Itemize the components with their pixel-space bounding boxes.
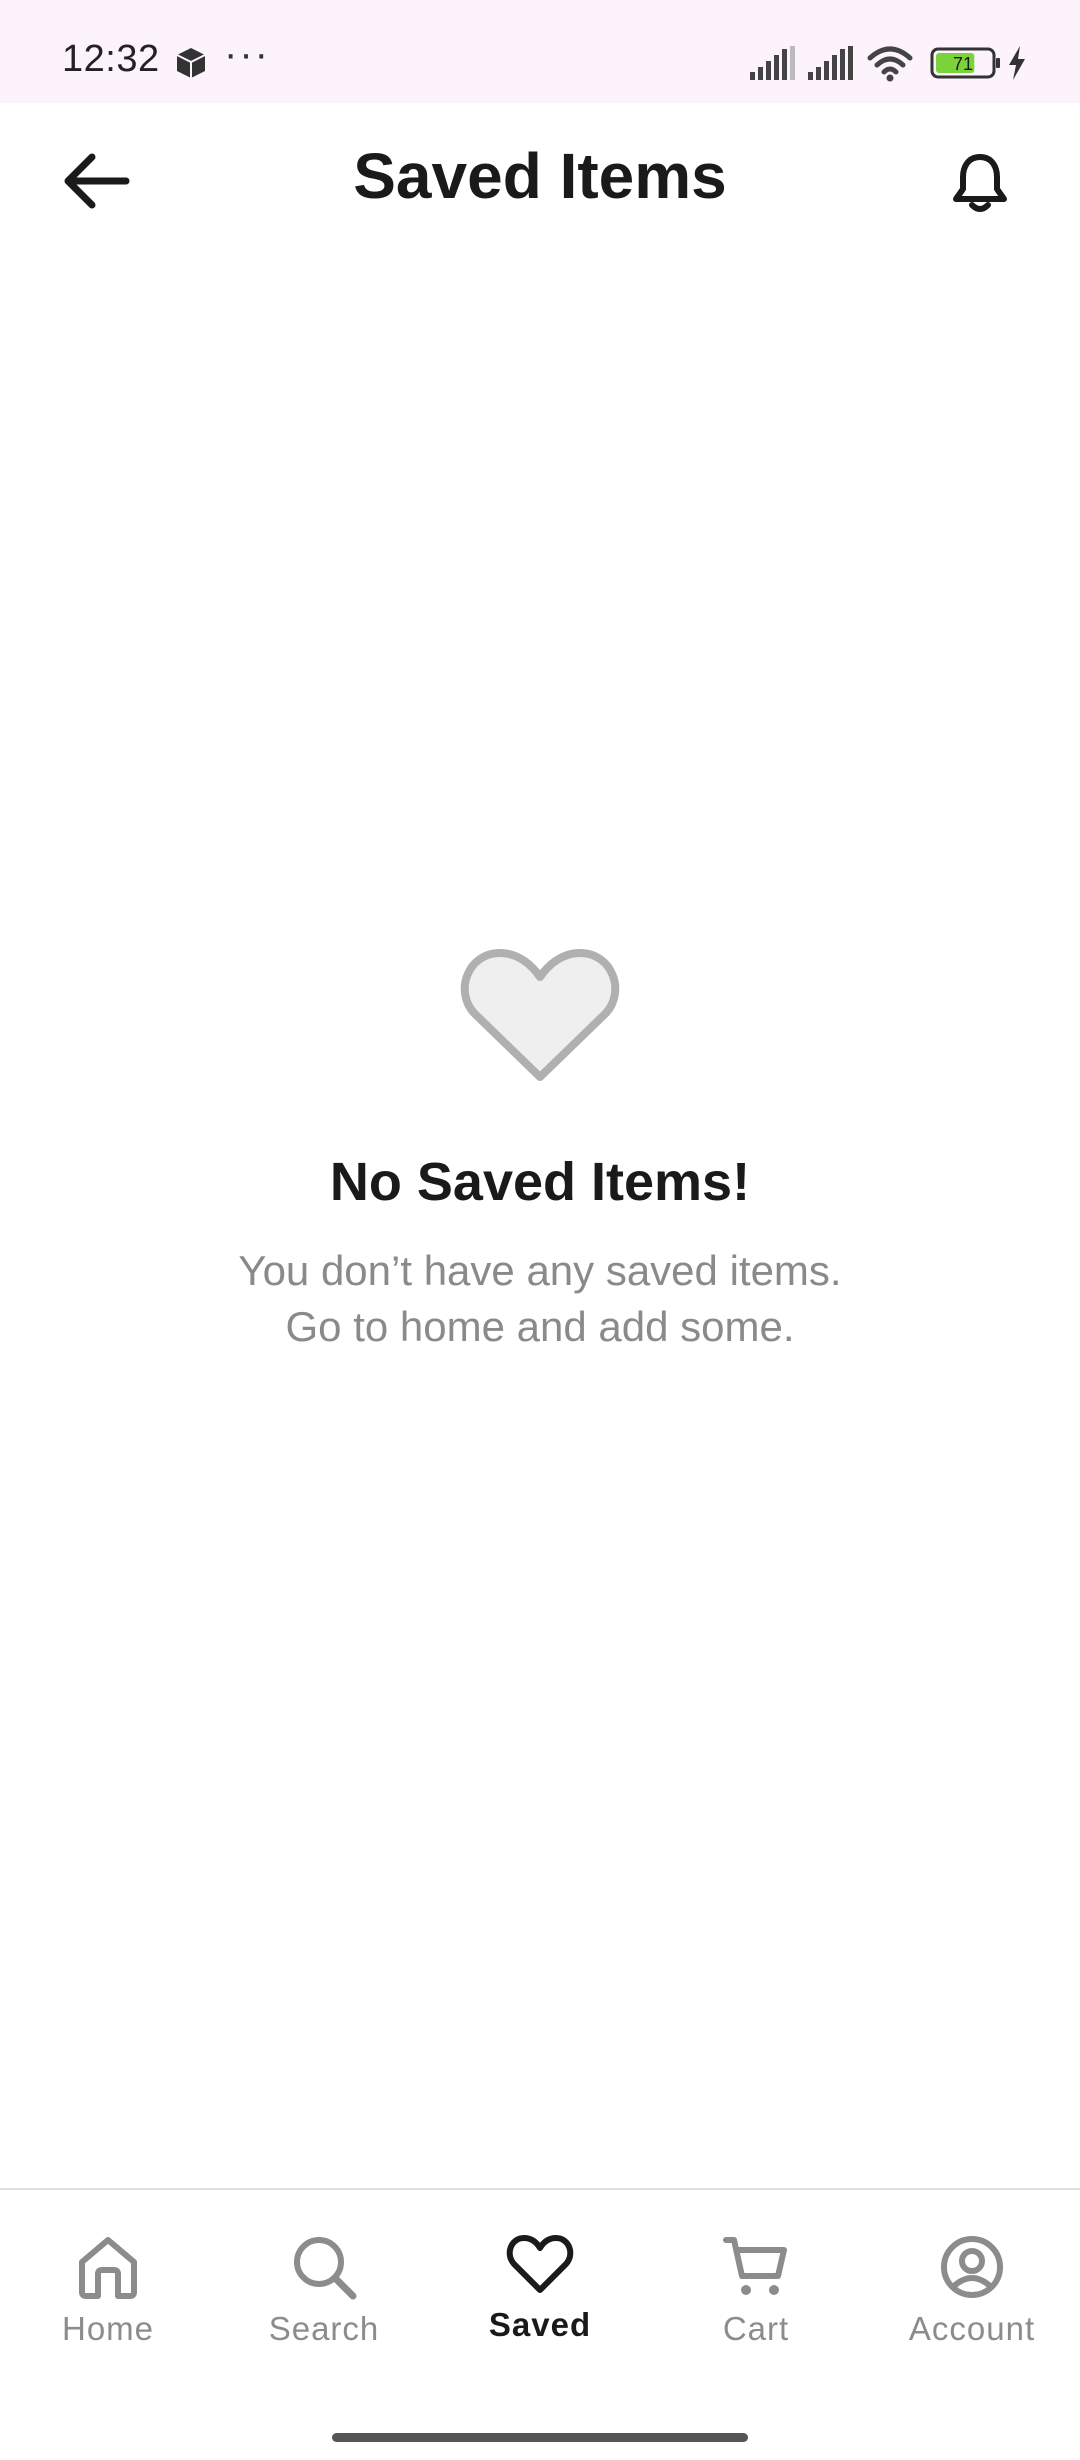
status-time: 12:32 <box>62 38 160 80</box>
nav-item-saved[interactable]: Saved <box>432 2234 648 2374</box>
bell-icon <box>953 154 1007 212</box>
screen: 12:32 ··· 71 Saved Items No Saved Items!… <box>0 0 1080 2460</box>
home-indicator[interactable] <box>332 2433 748 2442</box>
signal-icon <box>808 46 853 80</box>
empty-state-title: No Saved Items! <box>329 1152 751 1212</box>
charging-icon <box>1009 46 1025 80</box>
nav-item-cart[interactable]: Cart <box>648 2234 864 2374</box>
nav-item-home[interactable]: Home <box>0 2234 216 2374</box>
wifi-icon <box>867 46 913 82</box>
bottom-navigation: Home Search Saved Cart Account <box>0 2188 1080 2460</box>
home-icon <box>79 2237 137 2299</box>
notifications-button[interactable] <box>940 143 1020 223</box>
empty-state: No Saved Items! You don’t have any saved… <box>0 945 1080 1355</box>
nav-label: Cart <box>722 2310 790 2347</box>
app-header: Saved Items <box>0 103 1080 253</box>
search-icon <box>294 2237 357 2300</box>
account-icon <box>941 2236 1003 2298</box>
battery-level: 71 <box>953 54 973 74</box>
nav-item-account[interactable]: Account <box>864 2234 1080 2374</box>
battery-icon: 71 <box>930 47 1000 79</box>
app-notification-icon <box>176 48 206 78</box>
nav-label: Saved <box>488 2306 592 2343</box>
nav-label: Home <box>61 2310 155 2347</box>
empty-state-message: Go to home and add some. <box>285 1303 795 1350</box>
more-notifications-icon: ··· <box>224 32 270 76</box>
empty-state-message: You don’t have any saved items. <box>238 1247 842 1294</box>
signal-icon <box>750 46 795 80</box>
nav-label: Search <box>268 2310 380 2347</box>
nav-label: Account <box>908 2310 1036 2347</box>
nav-item-search[interactable]: Search <box>216 2234 432 2374</box>
cart-icon <box>723 2237 787 2295</box>
heart-icon <box>506 2235 574 2293</box>
page-title: Saved Items <box>353 140 727 212</box>
status-bar: 12:32 ··· 71 <box>0 0 1080 103</box>
heart-icon <box>460 949 620 1081</box>
